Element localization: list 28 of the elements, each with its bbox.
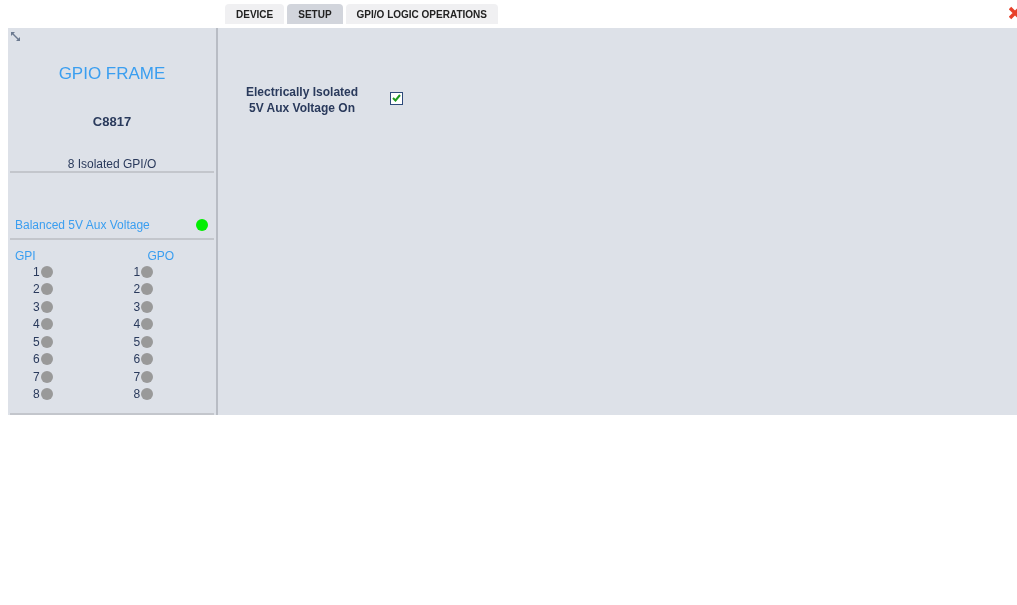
frame-title: GPIO FRAME — [57, 64, 167, 84]
frame-description: 8 Isolated GPI/O — [66, 157, 158, 171]
port-number: 5 — [33, 334, 40, 349]
column-heading: GPO — [147, 249, 175, 263]
port-number: 4 — [33, 317, 40, 332]
port-number: 3 — [33, 299, 40, 314]
port-number: 1 — [133, 264, 141, 279]
aux-voltage-label: Balanced 5V Aux Voltage — [15, 218, 150, 232]
tab[interactable]: GPI/O LOGIC OPERATIONS — [345, 4, 498, 24]
port-number: 5 — [133, 334, 141, 349]
port-number: 8 — [133, 387, 141, 402]
port-number: 1 — [33, 264, 40, 279]
port-number: 2 — [33, 282, 40, 297]
model-number: C8817 — [91, 114, 133, 129]
expand-icon[interactable] — [11, 32, 20, 41]
tab[interactable]: DEVICE — [225, 4, 285, 24]
port-number: 8 — [33, 387, 40, 402]
field-label: Electrically Isolated 5V Aux Voltage On — [246, 84, 359, 116]
port-number: 6 — [133, 352, 141, 367]
port-number: 2 — [133, 282, 141, 297]
port-number: 6 — [33, 352, 40, 367]
port-number: 3 — [133, 299, 141, 314]
checkbox[interactable] — [390, 91, 404, 105]
port-number: 7 — [33, 369, 40, 384]
port-number: 4 — [133, 317, 141, 332]
tab[interactable]: SETUP — [287, 4, 343, 24]
port-number: 7 — [133, 369, 141, 384]
column-heading: GPI — [15, 249, 36, 263]
